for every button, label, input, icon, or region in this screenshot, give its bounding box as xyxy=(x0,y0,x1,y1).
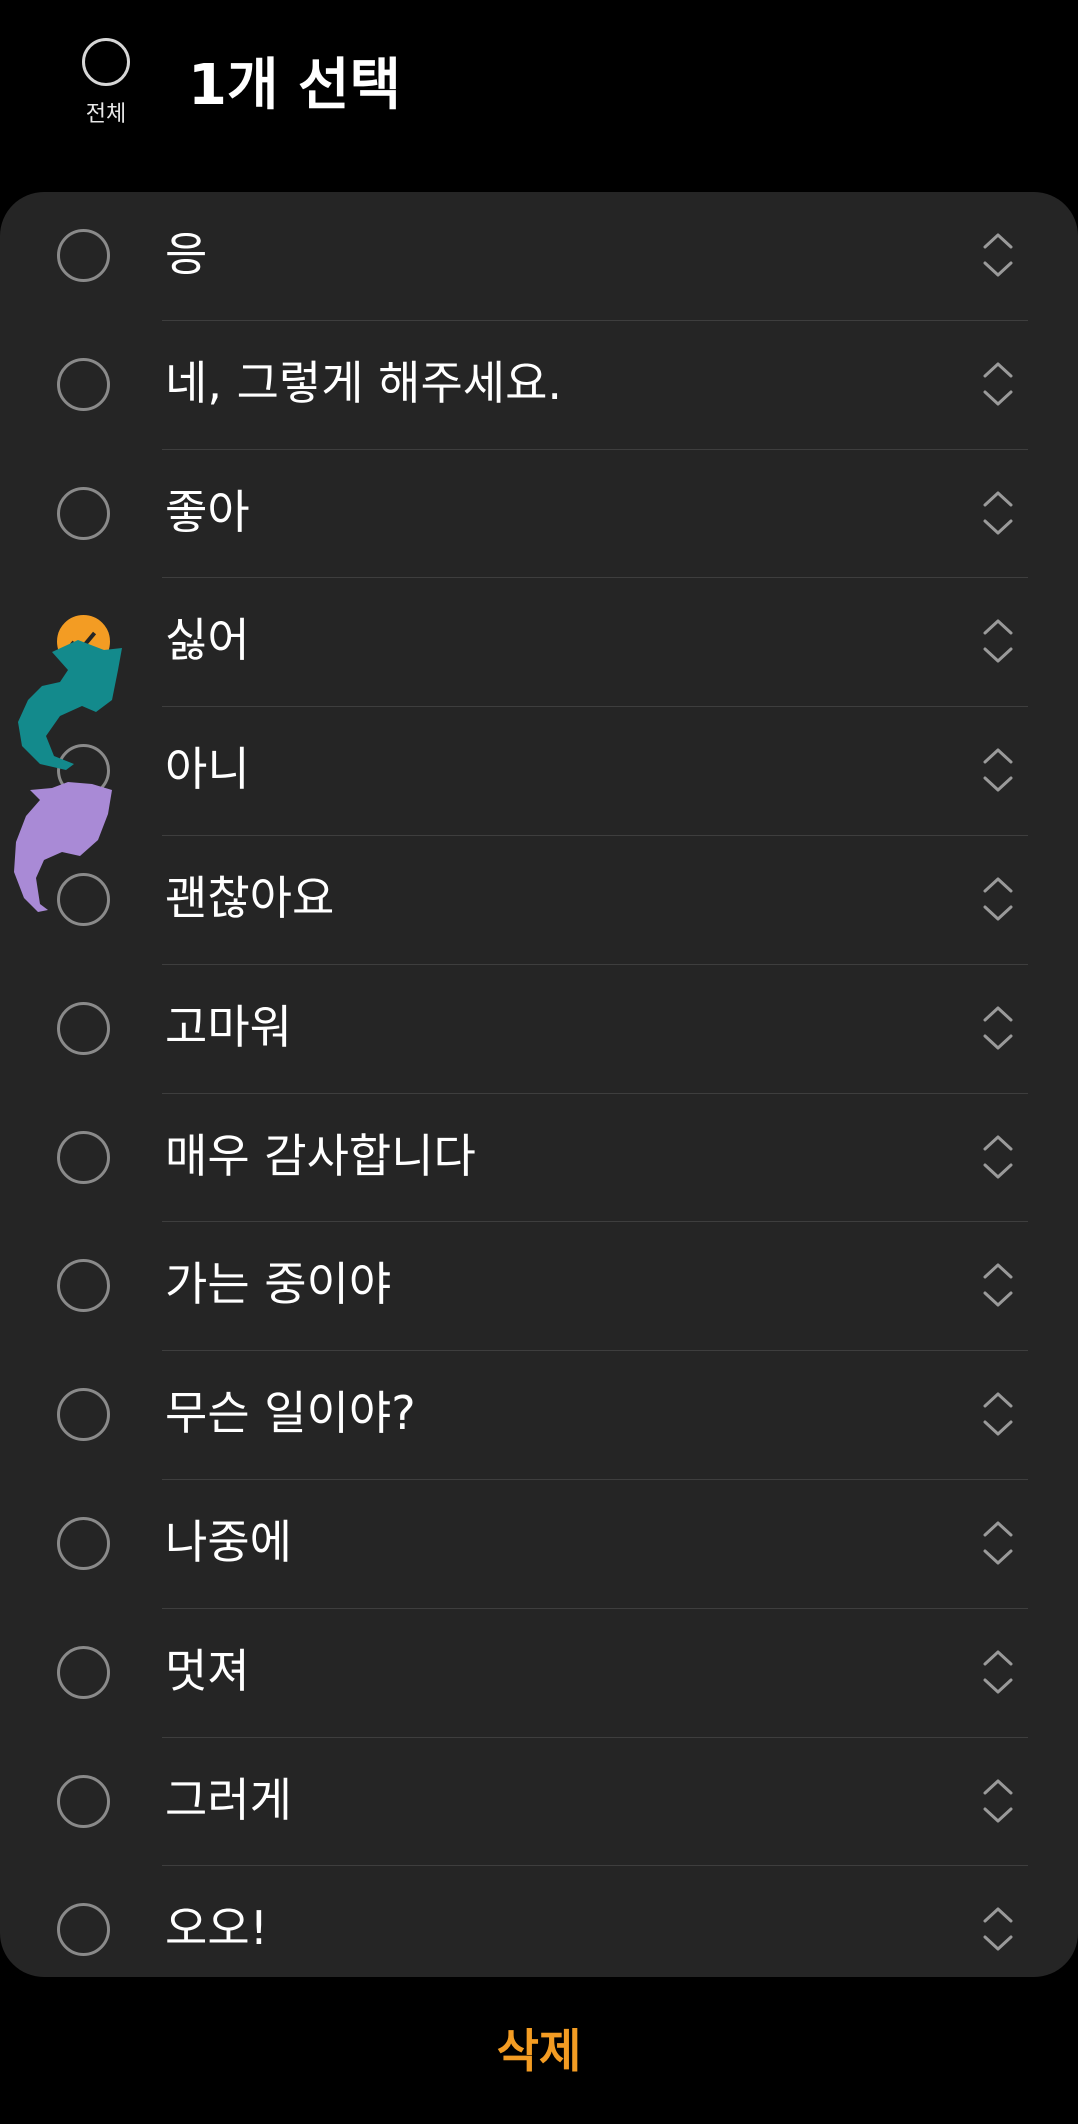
selection-header: 전체 1개 선택 xyxy=(0,0,1078,190)
reorder-handle-icon[interactable] xyxy=(982,1260,1014,1310)
item-checkbox[interactable] xyxy=(57,1774,110,1828)
phrase-list-item[interactable]: 고마워 xyxy=(0,965,1078,1094)
phrase-text: 나중에 xyxy=(165,1514,292,1569)
reorder-handle-icon[interactable] xyxy=(982,359,1014,409)
selection-count-title: 1개 선택 xyxy=(188,53,402,118)
phrase-text: 네, 그렇게 해주세요. xyxy=(165,355,563,410)
item-checkbox[interactable] xyxy=(57,486,110,540)
phrase-text: 응 xyxy=(165,227,208,281)
phrase-list-item[interactable]: 오오! xyxy=(0,1866,1078,1977)
phrase-list-item[interactable]: 좋아 xyxy=(0,450,1078,579)
item-checkbox[interactable] xyxy=(57,1259,110,1313)
phrase-text: 고마워 xyxy=(165,999,292,1054)
reorder-handle-icon[interactable] xyxy=(982,1389,1014,1439)
phrase-list-item[interactable]: 무슨 일이야? xyxy=(0,1351,1078,1480)
reorder-handle-icon[interactable] xyxy=(982,1904,1014,1954)
item-checkbox[interactable] xyxy=(57,744,110,798)
phrase-text: 그러게 xyxy=(165,1772,292,1827)
phrase-text: 싫어 xyxy=(165,613,250,668)
phrase-text: 멋져 xyxy=(165,1643,250,1698)
phrase-list-item[interactable]: 나중에 xyxy=(0,1480,1078,1609)
phrase-text: 가는 중이야 xyxy=(165,1257,392,1312)
phrase-list-item[interactable]: 아니 xyxy=(0,707,1078,836)
item-checkbox[interactable] xyxy=(57,1130,110,1184)
checkmark-icon[interactable] xyxy=(57,615,110,669)
phrase-text: 매우 감사합니다 xyxy=(165,1128,476,1183)
item-checkbox[interactable] xyxy=(57,1388,110,1442)
reorder-handle-icon[interactable] xyxy=(982,874,1014,924)
phrase-list-item[interactable]: 멋져 xyxy=(0,1609,1078,1738)
phrase-list-item[interactable]: 네, 그렇게 해주세요. xyxy=(0,321,1078,450)
phrase-text: 오오! xyxy=(165,1901,269,1956)
select-all-checkbox[interactable] xyxy=(82,38,130,86)
select-all-toggle[interactable]: 전체 xyxy=(74,38,138,128)
item-checkbox[interactable] xyxy=(57,1903,110,1957)
item-checkbox[interactable] xyxy=(57,1001,110,1055)
reorder-handle-icon[interactable] xyxy=(982,1132,1014,1182)
item-checkbox[interactable] xyxy=(57,1516,110,1570)
phrase-list-item[interactable]: 그러게 xyxy=(0,1738,1078,1867)
item-checkbox[interactable] xyxy=(57,1645,110,1699)
phrase-text: 좋아 xyxy=(165,484,250,539)
item-checkbox[interactable] xyxy=(57,872,110,926)
phrase-list: 응네, 그렇게 해주세요. 좋아싫어아니괜찮아요고마워매우 감사합니다가는 중이야… xyxy=(0,192,1078,1977)
bottom-action-bar: 삭제 xyxy=(0,1977,1078,2124)
phrase-text: 괜찮아요 xyxy=(165,870,335,925)
reorder-handle-icon[interactable] xyxy=(982,1518,1014,1568)
phrase-list-item[interactable]: 괜찮아요 xyxy=(0,836,1078,965)
item-checkbox[interactable] xyxy=(57,229,110,282)
phrase-list-item[interactable]: 가는 중이야 xyxy=(0,1222,1078,1352)
reorder-handle-icon[interactable] xyxy=(982,230,1014,280)
item-checkbox[interactable] xyxy=(57,357,110,411)
reorder-handle-icon[interactable] xyxy=(982,616,1014,666)
reorder-handle-icon[interactable] xyxy=(982,1776,1014,1826)
phrase-list-item[interactable]: 응 xyxy=(0,192,1078,321)
reorder-handle-icon[interactable] xyxy=(982,1003,1014,1053)
phrase-text: 무슨 일이야? xyxy=(165,1386,416,1441)
phrase-list-item[interactable]: 싫어 xyxy=(0,578,1078,708)
phrase-text: 아니 xyxy=(165,742,250,797)
reorder-handle-icon[interactable] xyxy=(982,488,1014,538)
reorder-handle-icon[interactable] xyxy=(982,1647,1014,1697)
phrase-list-item[interactable]: 매우 감사합니다 xyxy=(0,1094,1078,1223)
delete-button[interactable]: 삭제 xyxy=(0,2015,1078,2081)
select-all-label: 전체 xyxy=(85,102,127,127)
reorder-handle-icon[interactable] xyxy=(982,745,1014,795)
